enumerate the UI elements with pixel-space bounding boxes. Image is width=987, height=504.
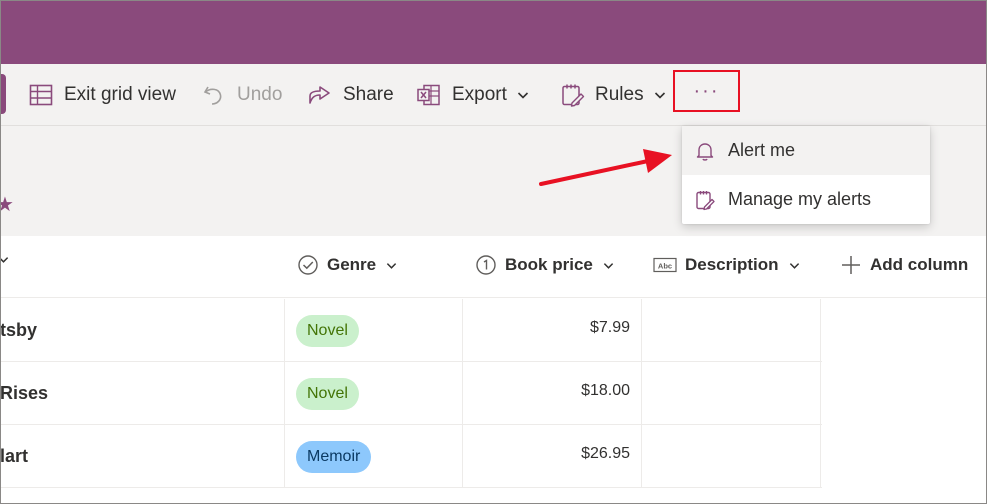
choice-icon	[298, 255, 318, 275]
column-header-row: Genre Book price Abc Description Add col…	[0, 236, 987, 298]
share-icon	[309, 86, 330, 104]
row-title[interactable]: lart	[0, 446, 28, 467]
manage-alerts-icon	[696, 190, 715, 210]
chevron-down-icon	[517, 92, 528, 99]
excel-icon	[417, 84, 440, 106]
row-title[interactable]: tsby	[0, 320, 37, 341]
more-options-button[interactable]: ···	[673, 70, 740, 112]
price-cell: $18.00	[581, 382, 630, 399]
manage-alerts-label: Manage my alerts	[728, 189, 872, 209]
number-icon	[476, 255, 496, 275]
svg-text:Abc: Abc	[658, 261, 672, 270]
title-column-chevron[interactable]	[0, 254, 9, 265]
undo-button[interactable]: Undo	[201, 78, 282, 112]
cell-divider	[641, 362, 642, 425]
row-title[interactable]: Rises	[0, 383, 48, 404]
column-header-description[interactable]: Abc Description	[653, 254, 800, 276]
alert-me-label: Alert me	[728, 140, 796, 160]
table-row[interactable]: Rises Novel $18.00	[0, 362, 822, 425]
cell-divider	[641, 299, 642, 362]
selected-item-edge[interactable]	[0, 74, 6, 114]
chevron-down-icon	[603, 262, 614, 269]
cell-divider	[284, 425, 285, 488]
chevron-down-icon	[789, 262, 799, 269]
undo-label: Undo	[237, 84, 283, 105]
genre-header-label: Genre	[327, 255, 377, 274]
export-button[interactable]: Export	[416, 78, 529, 112]
genre-pill-memoir: Memoir	[296, 441, 372, 473]
rules-button[interactable]: Rules	[559, 78, 666, 112]
chevron-down-icon	[0, 257, 9, 263]
more-options-icon: ···	[693, 79, 720, 102]
genre-pill-novel: Novel	[296, 378, 359, 410]
column-header-genre[interactable]: Genre	[297, 254, 397, 276]
book-price-header-label: Book price	[505, 255, 593, 274]
table-row[interactable]: lart Memoir $26.95	[0, 425, 822, 488]
undo-icon	[203, 86, 222, 105]
add-column-button[interactable]: Add column	[840, 254, 968, 276]
description-header-label: Description	[685, 255, 779, 274]
bell-icon	[696, 142, 714, 161]
cell-divider	[462, 425, 463, 488]
share-label: Share	[343, 84, 394, 105]
chevron-down-icon	[654, 92, 665, 99]
menu-item-alert-me[interactable]: Alert me	[682, 126, 930, 175]
text-field-icon: Abc	[653, 257, 677, 273]
column-header-book-price[interactable]: Book price	[475, 254, 614, 276]
share-button[interactable]: Share	[307, 78, 394, 112]
add-column-label: Add column	[870, 255, 969, 274]
command-bar: Exit grid view Undo Share Export Rules	[0, 64, 987, 126]
export-label: Export	[452, 84, 507, 105]
cell-divider	[641, 425, 642, 488]
grid-icon	[29, 84, 53, 106]
cell-divider	[284, 362, 285, 425]
cell-divider	[820, 425, 821, 488]
cell-divider	[820, 362, 821, 425]
chevron-down-icon	[386, 262, 397, 269]
price-cell: $7.99	[589, 319, 630, 336]
exit-grid-view-label: Exit grid view	[64, 84, 176, 105]
favorite-star-icon[interactable]: ★	[0, 192, 14, 217]
rules-label: Rules	[595, 84, 644, 105]
cell-divider	[462, 362, 463, 425]
rules-icon	[562, 84, 585, 107]
app-header-bar	[0, 0, 987, 64]
exit-grid-view-button[interactable]: Exit grid view	[28, 78, 176, 112]
menu-item-manage-alerts[interactable]: Manage my alerts	[682, 175, 930, 224]
genre-pill-novel: Novel	[296, 315, 359, 347]
cell-divider	[462, 299, 463, 362]
cell-divider	[284, 299, 285, 362]
more-options-menu: Alert me Manage my alerts	[682, 126, 930, 224]
cell-divider	[820, 299, 821, 362]
plus-icon	[842, 256, 860, 274]
price-cell: $26.95	[581, 445, 630, 462]
table-row[interactable]: tsby Novel $7.99	[0, 299, 822, 362]
